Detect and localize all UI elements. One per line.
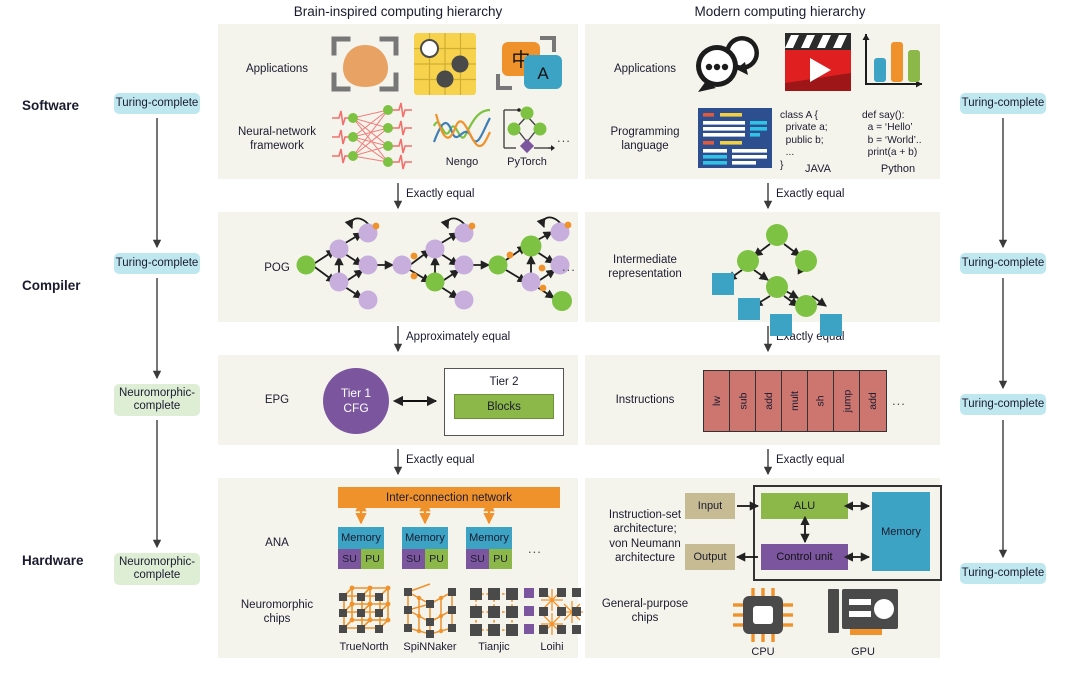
row-label-neuro-chips: Neuromorphic chips [240,599,314,626]
inter-connection-network-bar: Inter-connection network [338,487,560,508]
right-column-title: Modern computing hierarchy [694,4,866,19]
equality-label-left-3: Exactly equal [406,454,475,466]
tier2-blocks: Blocks [454,394,554,419]
pog-graph [296,216,572,311]
pog-ellipsis: ... [562,259,576,274]
instruction-cell-5: jump [833,370,861,432]
instructions-ellipsis: ... [892,393,906,408]
go-board-icon [414,33,476,95]
loihi-chip-icon [524,588,583,635]
row-label-nn-framework: Neural-network framework [238,126,316,153]
row-label-gp-chips: General-purpose chips [601,598,689,625]
row-label-intermediate-rep: Intermediate representation [608,254,682,281]
ana-su-1: SU [402,549,425,569]
ana-pu-2: PU [489,549,512,569]
row-label-applications-right: Applications [613,63,676,75]
python-code-sample: def say(): a = ‘Hello’ b = ‘World’.. pri… [862,110,922,159]
row-label-instructions: Instructions [615,394,675,406]
framework-ellipsis: ... [557,130,571,145]
cpu-icon [733,588,793,642]
intermediate-representation-graph [712,224,842,336]
left-badge-hardware: Neuromorphic- complete [114,553,200,585]
von-neumann-arrows [735,501,871,562]
ana-memory-2: Memory [466,527,512,549]
java-label: JAVA [805,163,831,175]
instruction-cell-6: add [859,370,887,432]
epg-tier1-circle: Tier 1 CFG [323,368,389,434]
translation-icon: 中 A [496,36,562,90]
truenorth-chip-icon [339,585,391,633]
pytorch-label: PyTorch [507,156,547,168]
spiking-neural-net-icon [332,102,412,170]
equality-label-right-1: Exactly equal [776,188,845,200]
python-label: Python [880,163,916,175]
ana-pu-1: PU [425,549,448,569]
right-badge-compiler: Turing-complete [960,253,1046,274]
instruction-cell-4: sh [807,370,835,432]
left-column-title: Brain-inspired computing hierarchy [293,4,503,19]
chat-bubbles-icon [696,36,759,92]
ana-ellipsis: ... [528,541,542,556]
instruction-cell-1: sub [729,370,757,432]
row-label-epg: EPG [264,394,290,406]
ana-unit-0: Memory SU PU [338,527,384,569]
tier1-line2: CFG [343,401,368,415]
right-badge-instructions: Turing-complete [960,394,1046,415]
left-badge-epg: Neuromorphic- complete [114,384,200,416]
spinnaker-label: SpiNNaker [403,641,457,653]
stage-label-compiler: Compiler [22,278,81,293]
tier2-title: Tier 2 [489,376,519,388]
instruction-cell-0: lw [703,370,731,432]
stage-label-hardware: Hardware [22,553,84,568]
left-badge-software: Turing-complete [114,93,200,114]
pytorch-graph-icon [503,106,555,154]
truenorth-label: TrueNorth [339,641,389,653]
ana-su-0: SU [338,549,361,569]
bar-chart-icon [862,34,922,88]
gpu-icon [828,589,898,635]
ana-pu-0: PU [361,549,384,569]
nengo-curves-icon [432,108,491,148]
instruction-cell-3: mult [781,370,809,432]
tianjic-chip-icon [470,588,518,636]
row-label-ana: ANA [265,537,289,549]
ana-connection-arrows [355,499,495,525]
tianjic-label: Tianjic [478,641,510,653]
right-badge-software: Turing-complete [960,93,1046,114]
face-recognition-icon [331,36,399,92]
epg-bidirectional-arrow [392,395,438,407]
cpu-label: CPU [751,646,775,658]
svg-text:A: A [537,64,549,83]
ana-su-2: SU [466,549,489,569]
gpu-label: GPU [851,646,875,658]
equality-label-left-2: Approximately equal [406,331,511,343]
ana-unit-2: Memory SU PU [466,527,512,569]
spinnaker-chip-icon [404,583,456,638]
left-badge-compiler: Turing-complete [114,253,200,274]
equality-label-left-1: Exactly equal [406,188,475,200]
ana-memory-1: Memory [402,527,448,549]
nengo-label: Nengo [445,156,479,168]
row-label-prog-language: Programming language [610,126,680,153]
ana-unit-1: Memory SU PU [402,527,448,569]
instruction-cell-2: add [755,370,783,432]
stage-label-software: Software [22,98,80,113]
row-label-applications-left: Applications [245,63,308,75]
video-player-icon [785,33,851,91]
tier1-line1: Tier 1 [341,386,372,400]
equality-label-right-3: Exactly equal [776,454,845,466]
epg-tier2-box: Tier 2 Blocks [444,368,564,436]
ana-memory-0: Memory [338,527,384,549]
loihi-label: Loihi [540,641,564,653]
code-editor-icon [698,108,772,168]
right-badge-hardware: Turing-complete [960,563,1046,584]
